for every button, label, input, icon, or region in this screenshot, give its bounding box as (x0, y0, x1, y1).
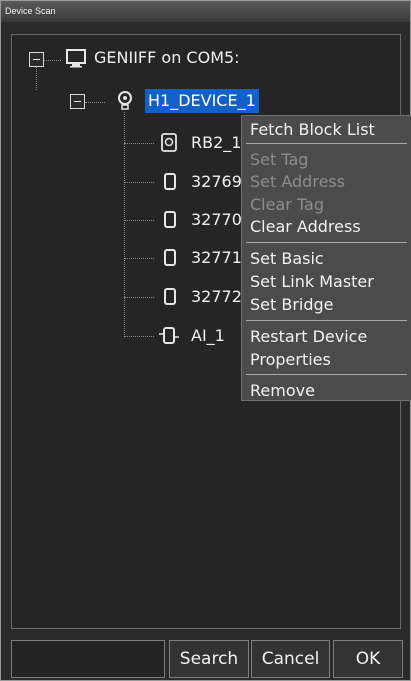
tree-connector (124, 182, 154, 183)
menu-separator (246, 242, 407, 243)
scan-address-input[interactable] (11, 640, 165, 678)
bottom-bar: Search Cancel OK (11, 640, 403, 680)
menu-item-fetch-block-list[interactable]: Fetch Block List (242, 120, 411, 140)
menu-item-set-address: Set Address (250, 172, 346, 191)
tree-connector (124, 112, 125, 337)
menu-item-set-tag: Set Tag (250, 150, 309, 169)
block-icon (161, 247, 179, 273)
menu-separator (246, 374, 407, 375)
menu-item-set-bridge[interactable]: Set Bridge (242, 295, 411, 315)
menu-item-clear-tag: Clear Tag (250, 195, 325, 214)
menu-item-remove[interactable]: Remove (242, 381, 411, 401)
device-scan-window: Device Scan GENIIFF on COM5: H1_DEVICE_1… (0, 0, 411, 681)
tree-item[interactable]: RB2_1 (191, 131, 241, 155)
root-node-label[interactable]: GENIIFF on COM5: (94, 46, 240, 70)
tree-connector (124, 297, 154, 298)
tree-connector (43, 60, 61, 61)
function-block-icon (158, 325, 180, 351)
tree-connector (85, 102, 105, 103)
menu-item-properties[interactable]: Properties (242, 350, 411, 370)
menu-item-restart-device[interactable]: Restart Device (242, 327, 411, 347)
cancel-button[interactable]: Cancel (251, 640, 330, 678)
tree-item[interactable]: 32770 (191, 208, 242, 232)
tree-connector (124, 258, 154, 259)
search-button[interactable]: Search (169, 640, 249, 678)
resource-block-icon (159, 132, 179, 158)
menu-separator (246, 143, 407, 144)
block-icon (161, 286, 179, 312)
lightbulb-icon (116, 90, 134, 116)
block-icon (161, 171, 179, 197)
menu-item-clear-address[interactable]: Clear Address (242, 217, 411, 237)
tree-connector (124, 143, 154, 144)
tree-connector (36, 67, 37, 90)
device-context-menu: Fetch Block List Set Tag Set Address Cle… (241, 115, 411, 401)
window-title: Device Scan (1, 1, 410, 22)
tree-item[interactable]: 32772 (191, 285, 242, 309)
tree-connector (124, 220, 154, 221)
block-icon (161, 209, 179, 235)
menu-item-set-basic[interactable]: Set Basic (242, 249, 411, 269)
device-node-label[interactable]: H1_DEVICE_1 (145, 89, 259, 113)
menu-separator (246, 320, 407, 321)
ok-button[interactable]: OK (333, 640, 403, 678)
tree-connector (124, 336, 154, 337)
collapse-device-button[interactable] (70, 94, 85, 109)
tree-item[interactable]: AI_1 (191, 324, 225, 348)
tree-item[interactable]: 32769 (191, 170, 242, 194)
tree-item[interactable]: 32771 (191, 246, 242, 270)
monitor-icon (65, 47, 87, 73)
collapse-root-button[interactable] (29, 52, 44, 67)
menu-item-set-link-master[interactable]: Set Link Master (242, 272, 411, 292)
